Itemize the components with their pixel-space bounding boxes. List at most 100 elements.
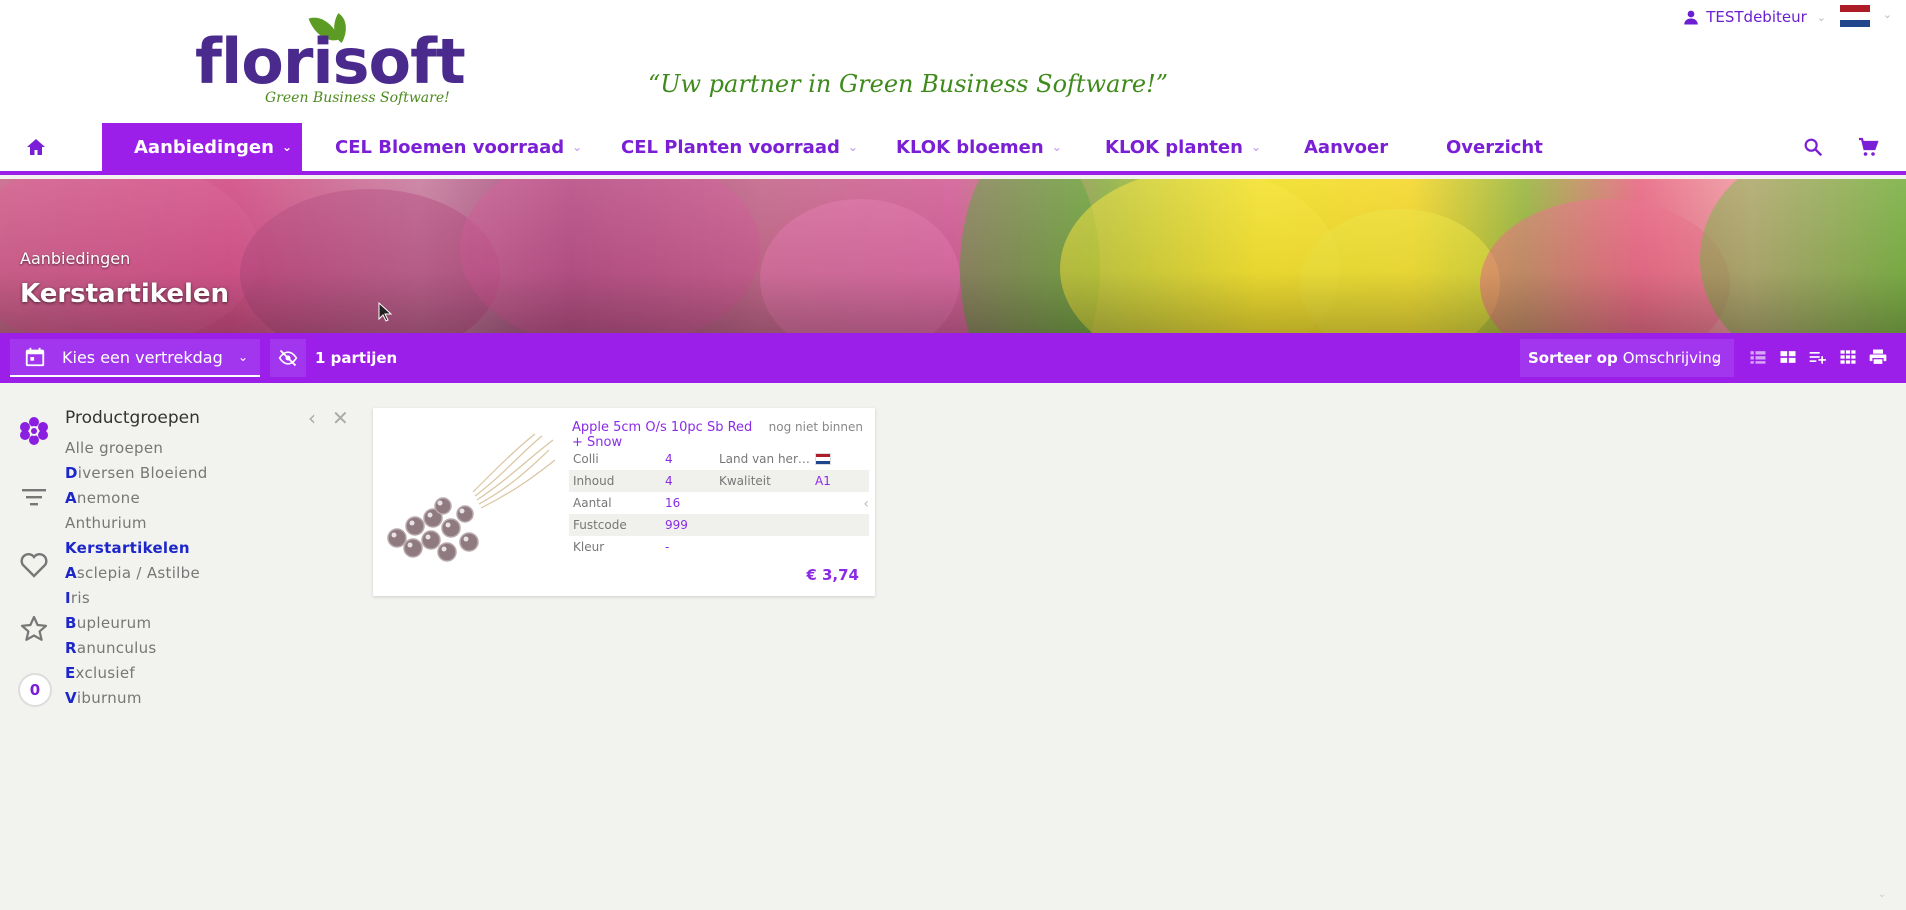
spec-key: Kwaliteit	[719, 474, 771, 488]
spec-value: 4	[665, 452, 673, 466]
eye-off-icon	[278, 349, 298, 367]
home-icon[interactable]	[24, 135, 48, 159]
product-groups-title: Productgroepen	[65, 408, 200, 428]
count-badge[interactable]: 0	[18, 673, 52, 707]
spec-row: Fustcode 999	[569, 514, 869, 536]
category-banner: Aanbiedingen Kerstartikelen	[0, 179, 1906, 333]
search-icon[interactable]	[1802, 135, 1824, 159]
group-item[interactable]: Diversen Bloeiend	[65, 461, 285, 486]
nav-label: KLOK planten	[1105, 136, 1243, 158]
group-label: ris	[70, 589, 90, 607]
nav-klok-bloemen[interactable]: KLOK bloemen ⌄	[896, 123, 1062, 171]
cart-icon[interactable]	[1856, 135, 1880, 159]
spec-value: 4	[665, 474, 673, 488]
nav-label: CEL Planten voorraad	[621, 136, 840, 158]
date-select-placeholder: Kies een vertrekdag	[62, 347, 223, 367]
list-view-icon[interactable]	[1748, 346, 1768, 368]
print-icon[interactable]	[1868, 346, 1888, 368]
group-item[interactable]: Iris	[65, 586, 285, 611]
spec-key: Land van herk...	[719, 452, 815, 466]
group-item[interactable]: Viburnum	[65, 686, 285, 711]
spec-key: Fustcode	[573, 518, 627, 532]
spec-key: Inhoud	[573, 474, 615, 488]
chevron-down-icon: ⌄	[847, 140, 858, 154]
nav-cel-bloemen[interactable]: CEL Bloemen voorraad ⌄	[335, 123, 582, 171]
calendar-icon	[25, 347, 45, 367]
product-card[interactable]: Apple 5cm O/s 10pc Sb Red + Snow nog nie…	[373, 408, 875, 596]
nav-cel-planten[interactable]: CEL Planten voorraad ⌄	[621, 123, 858, 171]
close-icon[interactable]: ✕	[332, 406, 349, 430]
group-item[interactable]: Anthurium	[65, 511, 285, 536]
nav-overzicht[interactable]: Overzicht	[1446, 123, 1543, 171]
group-item[interactable]: Anemone	[65, 486, 285, 511]
group-initial: V	[65, 689, 77, 707]
breadcrumb[interactable]: Aanbiedingen	[20, 249, 130, 268]
spec-key: Aantal	[573, 496, 612, 510]
netherlands-flag-icon	[815, 453, 831, 465]
lot-count: 1 partijen	[315, 349, 398, 367]
group-item[interactable]: Exclusief	[65, 661, 285, 686]
sort-select[interactable]: Sorteer op Omschrijving ⌄	[1520, 339, 1734, 377]
nav-label: KLOK bloemen	[896, 136, 1044, 158]
chevron-left-icon[interactable]: ‹	[308, 406, 316, 430]
chevron-down-icon: ⌄	[572, 140, 583, 154]
chevron-down-icon: ⌄	[1711, 351, 1722, 365]
product-price: € 3,74	[806, 566, 859, 584]
group-label: erstartikelen	[76, 539, 190, 557]
spec-row: Inhoud 4 Kwaliteit A1	[569, 470, 869, 492]
departure-date-select[interactable]: Kies een vertrekdag ⌄	[10, 339, 260, 377]
group-initial: K	[65, 539, 77, 557]
spec-value: 16	[665, 496, 681, 510]
language-flag[interactable]	[1840, 5, 1870, 27]
group-item-active[interactable]: Kerstartikelen	[65, 536, 285, 561]
spec-key: Colli	[573, 452, 599, 466]
nav-aanbiedingen[interactable]: Aanbiedingen ⌄	[102, 123, 302, 171]
product-image[interactable]	[377, 430, 555, 570]
chevron-down-icon: ⌄	[1877, 889, 1886, 900]
mouse-cursor-icon	[378, 302, 392, 322]
nav-label: CEL Bloemen voorraad	[335, 136, 565, 158]
star-icon[interactable]	[18, 613, 50, 645]
chevron-left-icon[interactable]: ‹	[863, 496, 869, 512]
spec-row: Colli 4 Land van herk...	[569, 448, 869, 470]
spec-value: A1	[815, 474, 831, 488]
florisoft-logo[interactable]: florisoft Green Business Software!	[195, 11, 466, 112]
person-icon	[1684, 10, 1698, 25]
chevron-down-icon[interactable]: ⌄	[1883, 8, 1892, 21]
playlist-add-icon[interactable]	[1808, 346, 1828, 368]
spec-row: Aantal 16	[569, 492, 869, 514]
group-item[interactable]: Bupleurum	[65, 611, 285, 636]
nav-aanvoer[interactable]: Aanvoer	[1304, 123, 1388, 171]
group-initial: E	[65, 664, 76, 682]
user-menu[interactable]: TESTdebiteur ⌄	[1682, 8, 1826, 26]
header: florisoft Green Business Software! “Uw p…	[0, 0, 1906, 130]
spec-value: -	[665, 540, 670, 554]
filter-toolbar: Kies een vertrekdag ⌄ 1 partijen Sorteer…	[0, 333, 1906, 383]
toggle-visibility-button[interactable]	[270, 339, 306, 377]
chevron-down-icon: ⌄	[281, 140, 292, 154]
view-options	[1748, 346, 1888, 368]
product-title[interactable]: Apple 5cm O/s 10pc Sb Red + Snow	[572, 420, 762, 450]
nav-label: Aanbiedingen	[134, 136, 274, 158]
group-item[interactable]: Ranunculus	[65, 636, 285, 661]
nav-klok-planten[interactable]: KLOK planten ⌄	[1105, 123, 1261, 171]
group-initial: A	[65, 564, 77, 582]
group-initial: R	[65, 639, 77, 657]
heart-icon[interactable]	[18, 549, 50, 581]
group-initial: A	[65, 439, 76, 457]
group-item[interactable]: Alle groepen	[65, 436, 285, 461]
group-item[interactable]: Asclepia / Astilbe	[65, 561, 285, 586]
small-grid-icon[interactable]	[1838, 346, 1858, 368]
filter-icon[interactable]	[18, 481, 50, 513]
group-initial: A	[65, 514, 76, 532]
product-specs: Colli 4 Land van herk... Inhoud 4 Kwalit…	[569, 448, 869, 558]
spec-value: 999	[665, 518, 688, 532]
logo-wordmark: florisoft	[195, 25, 466, 98]
group-label: iversen Bloeiend	[77, 464, 208, 482]
user-name: TESTdebiteur	[1706, 8, 1807, 26]
grid-view-icon[interactable]	[1778, 346, 1798, 368]
stock-status: nog niet binnen	[768, 420, 863, 434]
spec-row: Kleur -	[569, 536, 869, 558]
flower-icon[interactable]	[18, 415, 50, 447]
chevron-down-icon: ⌄	[237, 350, 248, 364]
